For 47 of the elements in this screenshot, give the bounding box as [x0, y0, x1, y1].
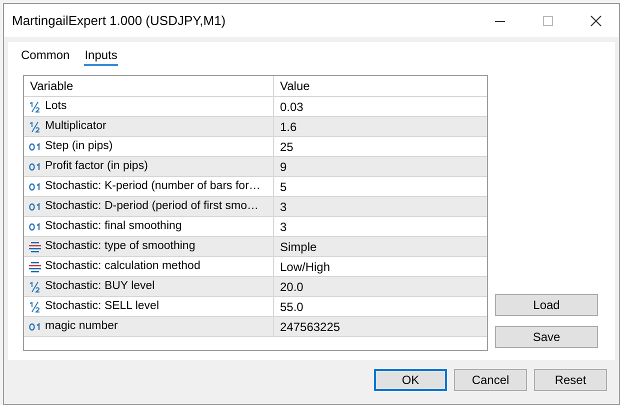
value-cell[interactable]: 5 [274, 177, 487, 196]
one-half-icon [28, 120, 42, 132]
one-half-icon [28, 300, 42, 312]
dialog-button[interactable]: OK [374, 369, 447, 391]
variable-name: Stochastic: calculation method [45, 258, 200, 274]
variable-name: Profit factor (in pips) [45, 158, 148, 174]
value-cell[interactable]: Low/High [274, 257, 487, 276]
variable-name: Lots [45, 98, 67, 114]
value-cell[interactable]: 1.6 [274, 117, 487, 136]
window-title: MartingailExpert 1.000 (USDJPY,M1) [11, 12, 227, 30]
value-cell[interactable]: 25 [274, 137, 487, 156]
dialog-button[interactable]: Cancel [454, 369, 527, 391]
variable-name: Step (in pips) [45, 138, 113, 154]
value-cell[interactable]: 0.03 [274, 97, 487, 116]
value-cell[interactable]: Simple [274, 237, 487, 256]
one-half-icon [28, 280, 42, 292]
tab[interactable]: Inputs [84, 46, 118, 66]
zero-one-icon [28, 200, 42, 212]
side-button[interactable]: Load [495, 294, 598, 316]
variable-name: Stochastic: K-period (number of bars for… [45, 178, 260, 194]
zero-one-icon [28, 160, 42, 172]
variable-name: Stochastic: SELL level [45, 298, 159, 314]
close-icon[interactable] [590, 14, 602, 26]
list-lines-icon [28, 240, 42, 252]
variable-name: Stochastic: final smoothing [45, 218, 182, 234]
variable-name: Multiplicator [45, 118, 106, 134]
dialog-button[interactable]: Reset [534, 369, 607, 391]
side-button[interactable]: Save [495, 326, 598, 348]
value-cell[interactable]: 20.0 [274, 277, 487, 296]
value-cell[interactable]: 247563225 [274, 317, 487, 336]
value-cell[interactable]: 3 [274, 197, 487, 216]
zero-one-icon [28, 180, 42, 192]
column-header[interactable]: Value [274, 76, 487, 96]
variable-name: Stochastic: BUY level [45, 278, 155, 294]
one-half-icon [28, 100, 42, 112]
value-cell[interactable]: 55.0 [274, 297, 487, 316]
zero-one-icon [28, 140, 42, 152]
zero-one-icon [28, 320, 42, 332]
zero-one-icon [28, 220, 42, 232]
variable-name: magic number [45, 318, 118, 334]
variable-name: Stochastic: D-period (period of first smo… [45, 198, 258, 214]
value-cell[interactable]: 3 [274, 217, 487, 236]
tab[interactable]: Common [20, 46, 71, 66]
column-header[interactable]: Variable [24, 76, 274, 96]
list-lines-icon [28, 260, 42, 272]
variable-name: Stochastic: type of smoothing [45, 238, 196, 254]
value-cell[interactable]: 9 [274, 157, 487, 176]
